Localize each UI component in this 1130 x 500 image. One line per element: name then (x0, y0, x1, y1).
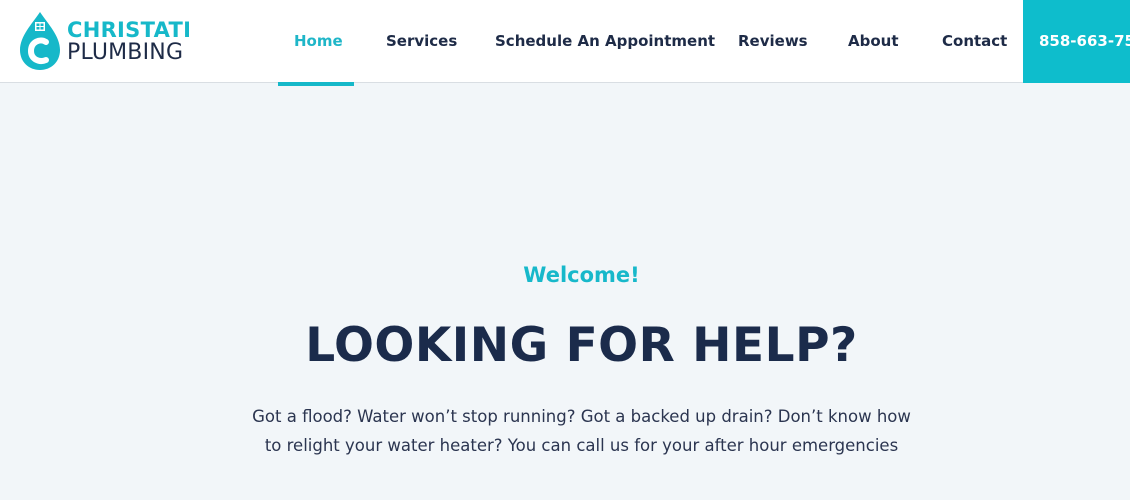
logo-line-2: PLUMBING (67, 40, 184, 65)
hero-welcome: Welcome! (523, 263, 640, 287)
active-nav-indicator (278, 82, 354, 86)
logo-line-1: CHRISTATI (67, 18, 192, 42)
nav-reviews[interactable]: Reviews (738, 0, 808, 83)
logo-wordmark: CHRISTATI PLUMBING (67, 20, 191, 64)
nav-about[interactable]: About (848, 0, 899, 83)
site-header: CHRISTATI PLUMBING Home Services Schedul… (0, 0, 1130, 83)
hero-headline: LOOKING FOR HELP? (305, 318, 858, 373)
nav-schedule-appointment[interactable]: Schedule An Appointment (495, 0, 715, 83)
nav-contact[interactable]: Contact (942, 0, 1007, 83)
phone-button[interactable]: 858-663-75 (1023, 0, 1130, 83)
hero-description: Got a flood? Water won’t stop running? G… (252, 407, 911, 455)
nav-home[interactable]: Home (294, 0, 343, 83)
water-drop-house-icon (20, 12, 60, 70)
nav-services[interactable]: Services (386, 0, 457, 83)
logo[interactable]: CHRISTATI PLUMBING (18, 10, 203, 72)
